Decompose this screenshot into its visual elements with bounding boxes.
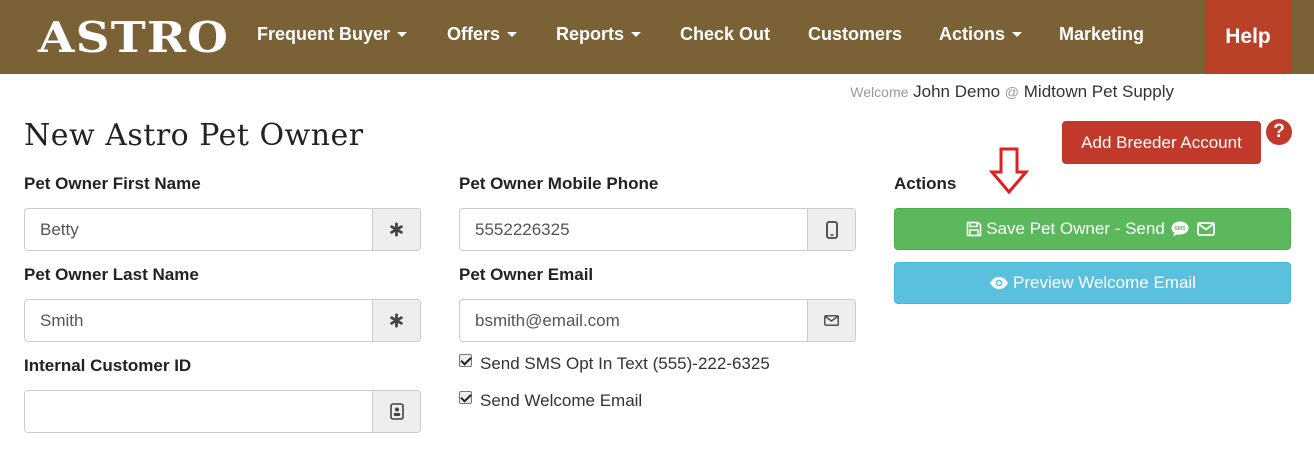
- first-name-input[interactable]: [25, 209, 372, 250]
- nav-actions-label: Actions: [939, 24, 1006, 44]
- welcome-at: @: [1004, 84, 1020, 100]
- mobile-phone-addon: [807, 209, 855, 250]
- welcome-store: Midtown Pet Supply: [1023, 82, 1174, 101]
- envelope-icon: [824, 315, 839, 326]
- email-group: [459, 299, 856, 342]
- welcome-user: John Demo: [913, 82, 1001, 101]
- actions-heading: Actions: [894, 174, 957, 193]
- nav-offers[interactable]: Offers: [447, 22, 518, 46]
- caret-down-icon: [507, 31, 518, 37]
- add-breeder-account-button[interactable]: Add Breeder Account: [1062, 121, 1261, 164]
- mobile-phone-label: Pet Owner Mobile Phone: [459, 174, 659, 193]
- help-button[interactable]: Help: [1205, 0, 1291, 74]
- caret-down-icon: [397, 31, 408, 37]
- floppy-disk-icon: [966, 221, 982, 237]
- preview-welcome-email-label: Preview Welcome Email: [1013, 273, 1196, 292]
- customer-id-addon: [372, 391, 420, 432]
- page-title: New Astro Pet Owner: [24, 118, 364, 153]
- save-pet-owner-label: Save Pet Owner - Send: [986, 219, 1165, 238]
- last-name-input[interactable]: [25, 300, 372, 341]
- nav-customers[interactable]: Customers: [808, 22, 902, 46]
- last-name-label: Pet Owner Last Name: [24, 265, 199, 284]
- sms-bubble-icon: SMS: [1171, 221, 1189, 237]
- sms-opt-in-checkbox[interactable]: [459, 353, 472, 367]
- nav-offers-label: Offers: [447, 24, 501, 44]
- nav-frequent-buyer-label: Frequent Buyer: [257, 24, 391, 44]
- welcome-email-checkbox[interactable]: [459, 390, 472, 404]
- nav-frequent-buyer[interactable]: Frequent Buyer: [257, 22, 408, 46]
- top-navbar: ASTRO Frequent Buyer Offers Reports Chec…: [0, 0, 1314, 74]
- nav-marketing[interactable]: Marketing: [1059, 22, 1144, 46]
- customer-id-group: [24, 390, 421, 433]
- svg-text:SMS: SMS: [1174, 226, 1186, 232]
- mobile-phone-group: [459, 208, 856, 251]
- nav-actions[interactable]: Actions: [939, 22, 1023, 46]
- preview-welcome-email-button[interactable]: Preview Welcome Email: [894, 262, 1291, 304]
- customer-id-label: Internal Customer ID: [24, 356, 192, 375]
- nav-reports-label: Reports: [556, 24, 625, 44]
- astro-logo[interactable]: ASTRO: [38, 14, 229, 62]
- last-name-addon: [372, 300, 420, 341]
- nav-marketing-label: Marketing: [1059, 24, 1145, 44]
- save-pet-owner-button[interactable]: Save Pet Owner - Send SMS: [894, 208, 1291, 250]
- email-addon: [807, 300, 855, 341]
- eye-icon: [990, 277, 1009, 289]
- nav-reports[interactable]: Reports: [556, 22, 642, 46]
- caret-down-icon: [631, 31, 642, 37]
- nav-check-out-label: Check Out: [680, 24, 771, 44]
- first-name-group: [24, 208, 421, 251]
- first-name-addon: [372, 209, 420, 250]
- customer-id-input[interactable]: [25, 391, 372, 432]
- id-card-icon: [389, 403, 404, 420]
- asterisk-icon: [390, 222, 403, 237]
- envelope-icon: [1196, 222, 1215, 236]
- welcome-line: Welcome John Demo @ Midtown Pet Supply: [850, 82, 1174, 102]
- email-label: Pet Owner Email: [459, 265, 594, 284]
- welcome-email-label: Send Welcome Email: [480, 391, 643, 410]
- first-name-label: Pet Owner First Name: [24, 174, 201, 193]
- sms-opt-in-row[interactable]: Send SMS Opt In Text (555)-222-6325: [459, 353, 770, 374]
- nav-check-out[interactable]: Check Out: [680, 22, 770, 46]
- question-help-icon[interactable]: ?: [1266, 119, 1292, 145]
- caret-down-icon: [1012, 31, 1023, 37]
- last-name-group: [24, 299, 421, 342]
- nav-customers-label: Customers: [808, 24, 903, 44]
- asterisk-icon: [390, 313, 403, 328]
- sms-opt-in-label: Send SMS Opt In Text (555)-222-6325: [480, 354, 770, 373]
- email-input[interactable]: [460, 300, 807, 341]
- mobile-phone-input[interactable]: [460, 209, 807, 250]
- welcome-email-row[interactable]: Send Welcome Email: [459, 390, 643, 411]
- welcome-prefix: Welcome: [850, 84, 909, 100]
- annotation-arrow-down-icon: [988, 147, 1030, 195]
- mobile-phone-icon: [825, 220, 838, 239]
